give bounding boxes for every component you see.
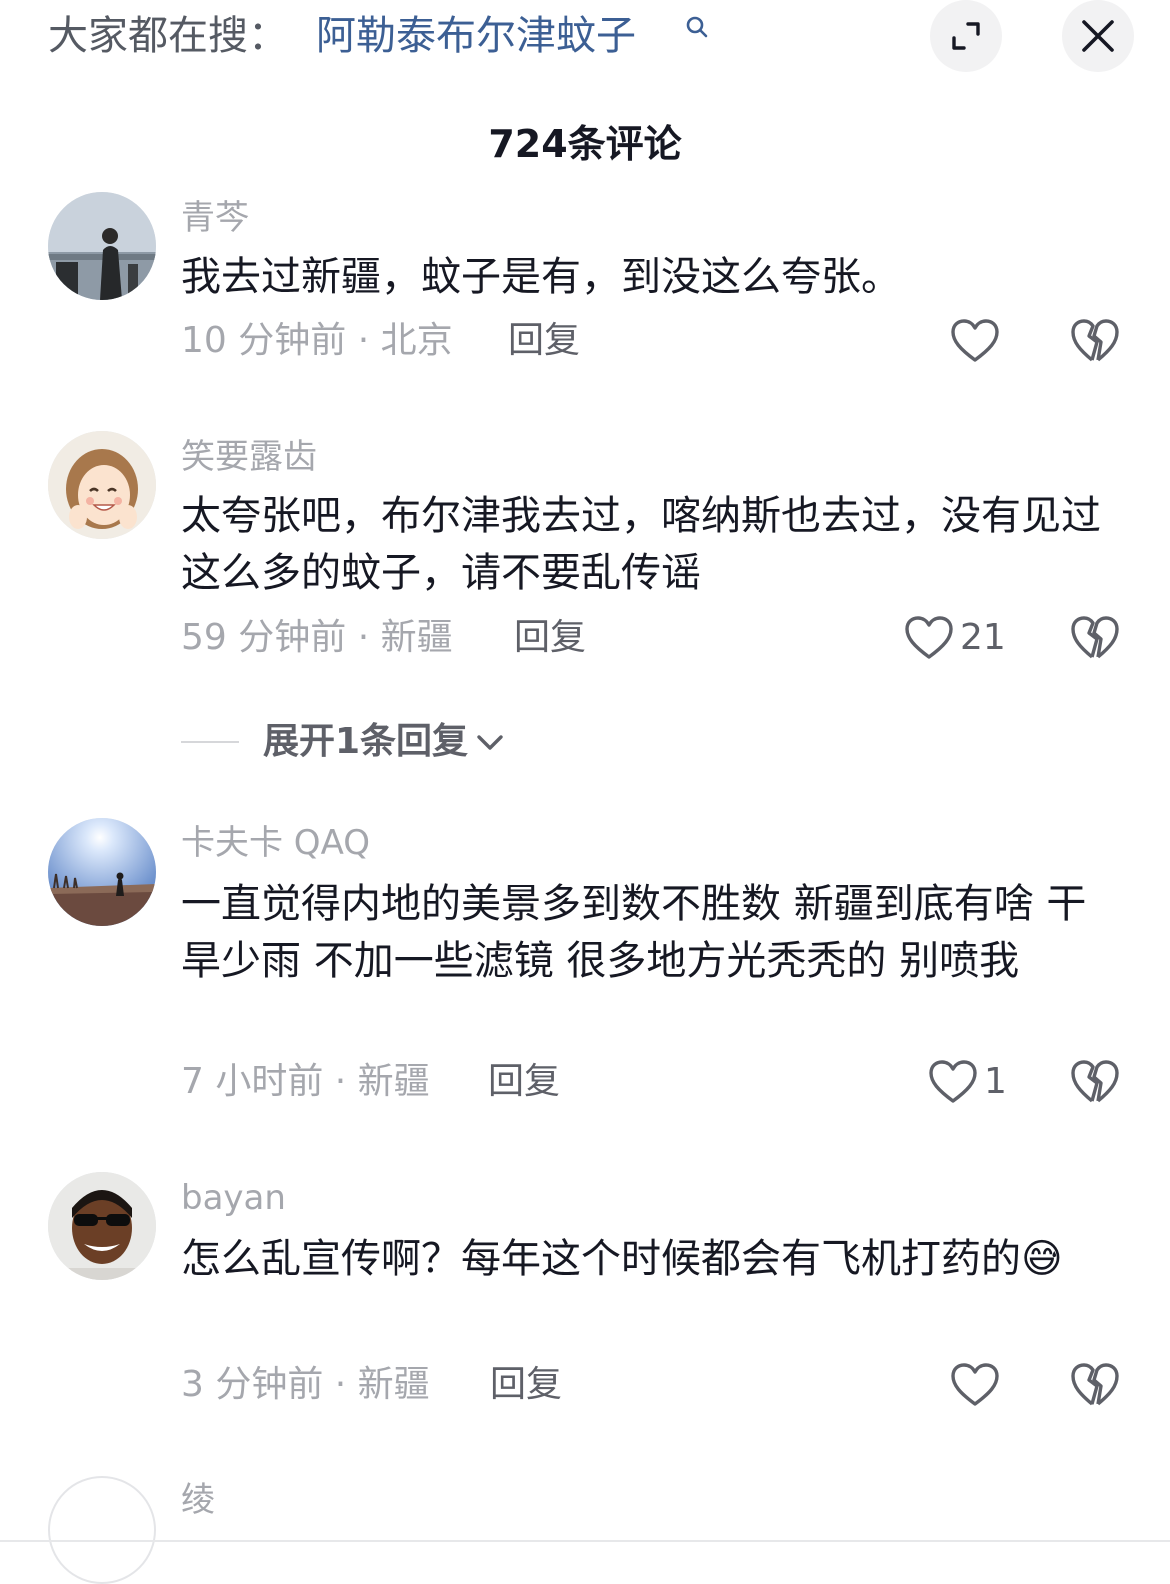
dislike-heart-icon[interactable] (1070, 316, 1120, 366)
like-count: 21 (960, 617, 1006, 658)
search-suggestion-prefix: 大家都在搜： (48, 13, 288, 59)
heart-icon (929, 1060, 977, 1103)
comment-text: 我去过新疆，蚊子是有，到没这么夸张。 (181, 254, 901, 300)
comment-text: 太夸张吧，布尔津我去过，喀纳斯也去过，没有见过这么多的蚊子，请不要乱传谣 (181, 493, 1101, 596)
username[interactable]: bayan (181, 1176, 286, 1220)
username[interactable]: 青芩 (181, 196, 249, 240)
sweat-smile-emoji: 😅 (1021, 1236, 1063, 1282)
expand-replies-label: 展开1条回复 (263, 721, 469, 762)
reply-button[interactable]: 回复 (508, 316, 580, 366)
comment-meta: 3 分钟前 · 新疆 (181, 1364, 430, 1405)
expand-button[interactable] (930, 0, 1002, 72)
close-button[interactable] (1062, 0, 1134, 72)
avatar[interactable] (48, 431, 156, 539)
dislike-heart-icon[interactable] (1070, 1360, 1120, 1410)
heart-icon (951, 1363, 999, 1406)
reply-button[interactable]: 回复 (488, 1057, 560, 1107)
heart-icon (951, 319, 999, 362)
chevron-down-icon (477, 735, 503, 750)
comment-count-title: 724条评论 (488, 122, 682, 166)
avatar[interactable] (48, 1476, 156, 1584)
comment-meta: 10 分钟前 · 北京 (181, 320, 453, 361)
avatar[interactable] (48, 192, 156, 300)
comment-text: 一直觉得内地的美景多到数不胜数 新疆到底有啥 干旱少雨 不加一些滤镜 很多地方光… (181, 881, 1087, 984)
search-suggestion-link[interactable]: 阿勒泰布尔津蚊子 (316, 8, 636, 64)
close-icon (1082, 20, 1114, 52)
comment-meta: 7 小时前 · 新疆 (181, 1061, 430, 1102)
bottom-divider (0, 1540, 1170, 1542)
avatar[interactable] (48, 818, 156, 926)
like-button[interactable] (950, 1360, 1006, 1410)
search-icon[interactable] (684, 14, 712, 42)
like-count: 1 (984, 1061, 1007, 1102)
avatar[interactable] (48, 1172, 156, 1280)
divider (181, 741, 239, 743)
username[interactable]: 绫 (181, 1478, 215, 1522)
heart-icon (905, 616, 953, 659)
dislike-heart-icon[interactable] (1070, 613, 1120, 663)
reply-button[interactable]: 回复 (514, 613, 586, 663)
comment-meta: 59 分钟前 · 新疆 (181, 617, 453, 658)
like-button[interactable] (950, 316, 1006, 366)
username[interactable]: 笑要露齿 (181, 435, 317, 479)
comment-text: 怎么乱宣传啊？每年这个时候都会有飞机打药的😅 (181, 1231, 1111, 1288)
like-button[interactable]: 21 (904, 613, 1006, 663)
dislike-heart-icon[interactable] (1070, 1057, 1120, 1107)
comment-text-body: 怎么乱宣传啊？每年这个时候都会有飞机打药的 (181, 1236, 1021, 1282)
username[interactable]: 卡夫卡 QAQ (181, 821, 370, 865)
reply-button[interactable]: 回复 (490, 1360, 562, 1410)
expand-replies-button[interactable]: 展开1条回复 (181, 718, 506, 766)
top-bar: 大家都在搜： 阿勒泰布尔津蚊子 (0, 0, 1170, 80)
like-button[interactable]: 1 (928, 1057, 1007, 1107)
expand-icon (952, 22, 980, 50)
